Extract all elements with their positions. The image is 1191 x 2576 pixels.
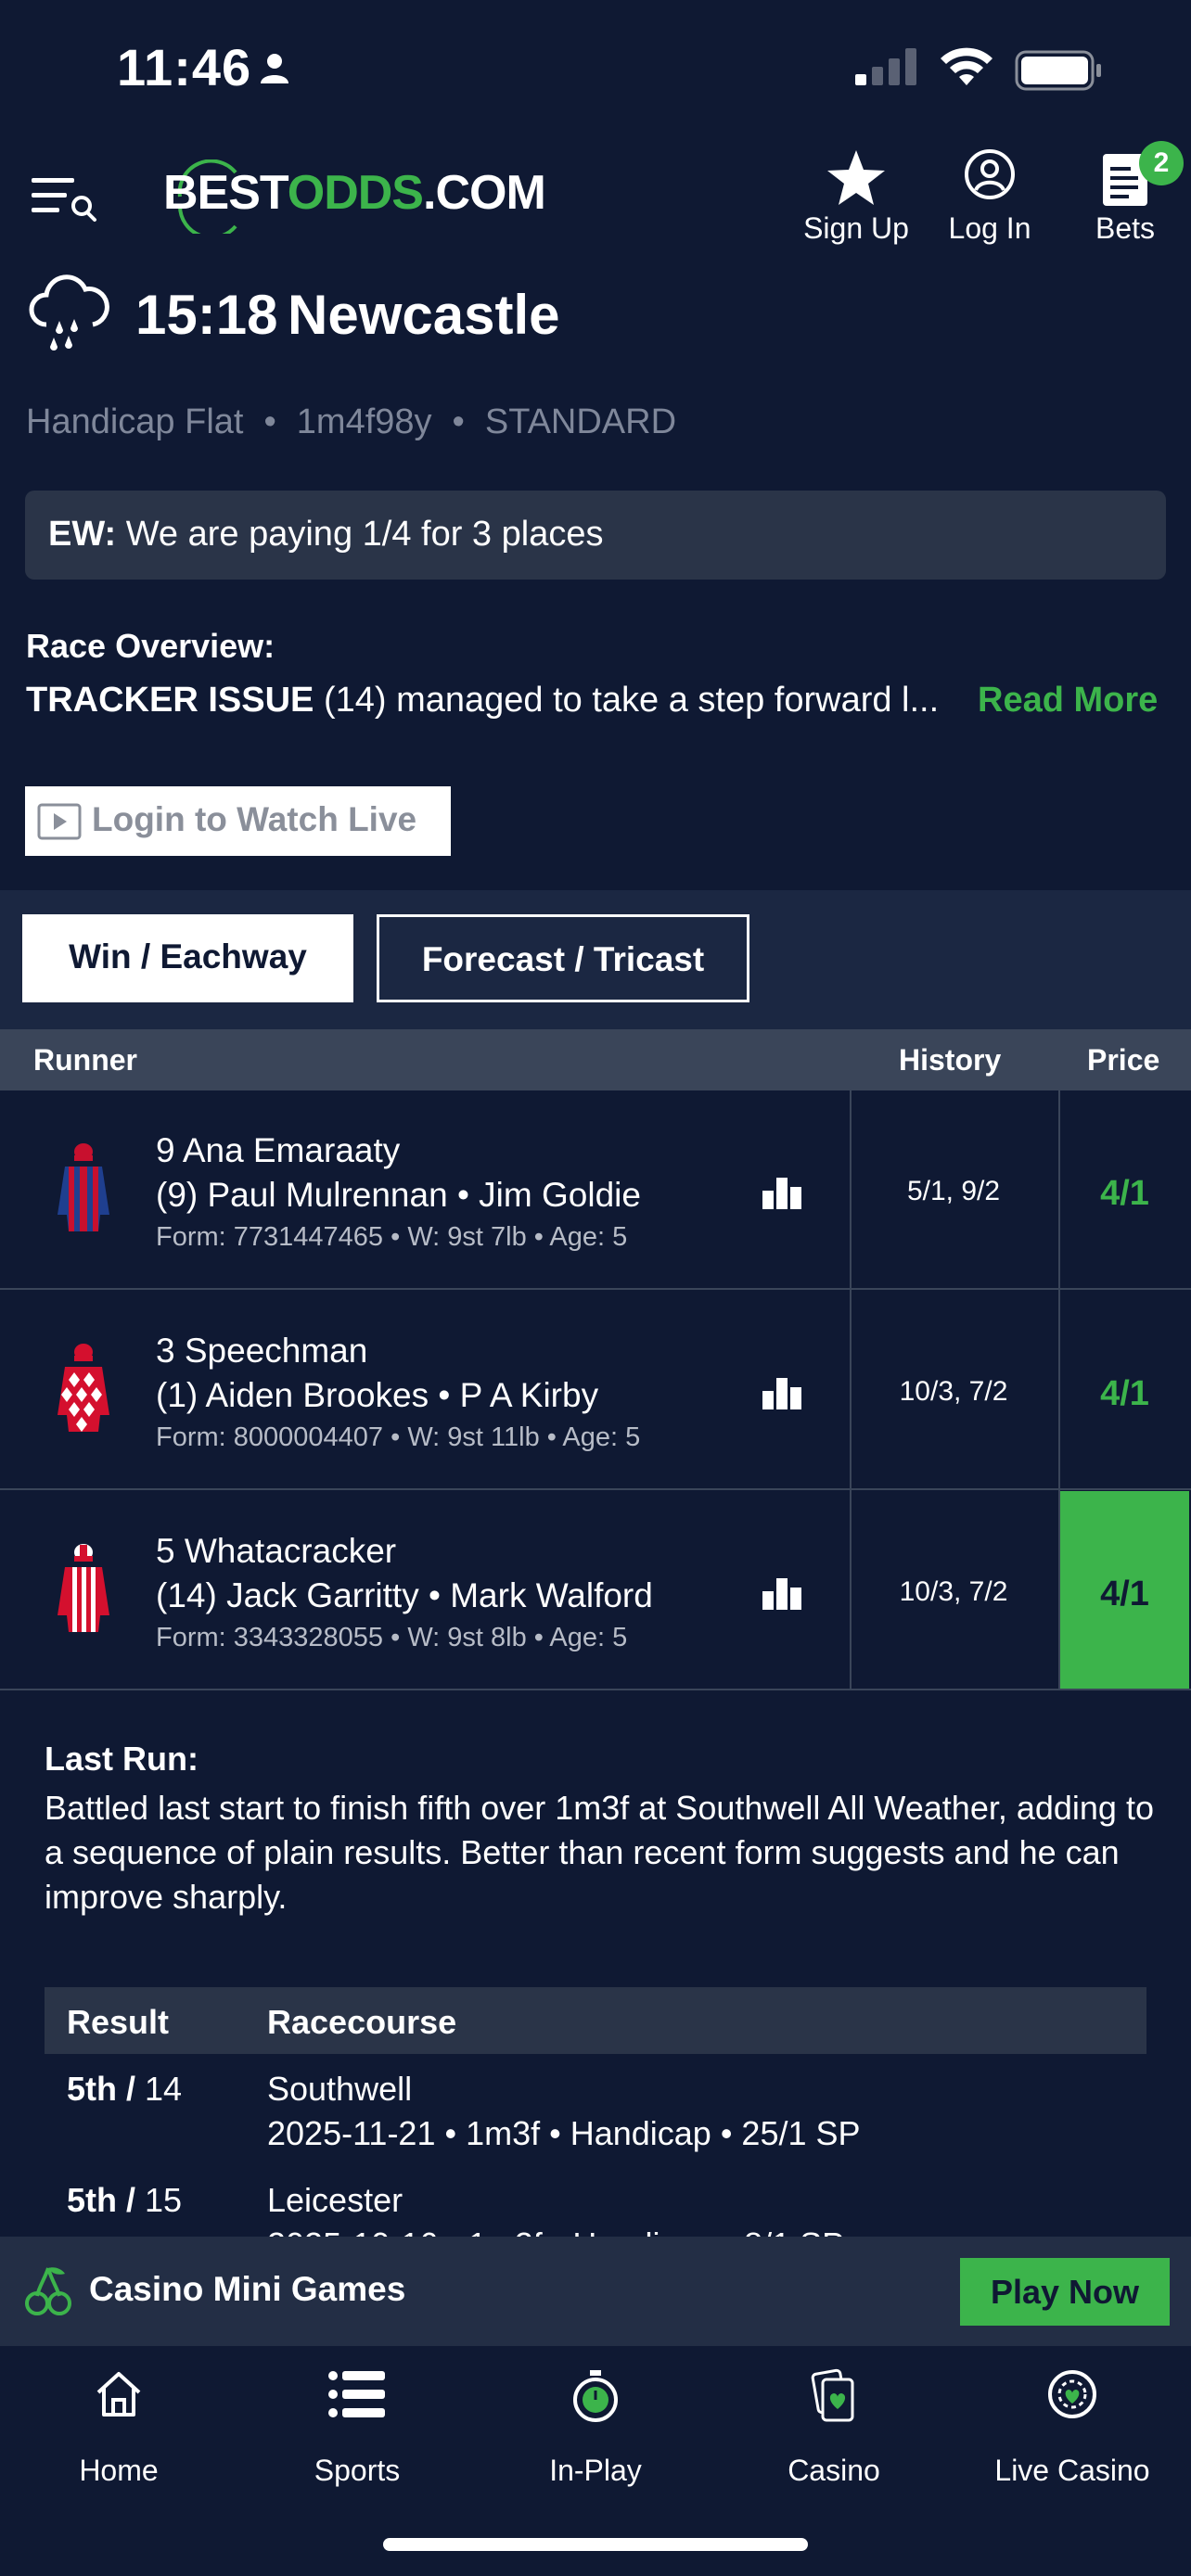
bestodds-logo[interactable]: BESTODDS.COM — [161, 159, 546, 234]
bets-count-badge: 2 — [1139, 141, 1184, 185]
race-type: Handicap Flat — [26, 402, 244, 441]
result-course: Southwell — [267, 2070, 413, 2108]
bets-button[interactable]: 2 Bets — [1046, 141, 1191, 256]
runner-form: Form: 8000004407 • W: 9st 11lb • Age: 5 — [156, 1422, 641, 1452]
results-table-header — [45, 1987, 1146, 2054]
runner-name: 3 Speechman — [156, 1332, 368, 1370]
last-run-text: Battled last start to finish fifth over … — [45, 1789, 1154, 1916]
bets-label: Bets — [1095, 211, 1156, 245]
stats-chart-icon[interactable] — [762, 1576, 803, 1614]
race-course-name: Newcastle — [288, 284, 560, 346]
runner-name: 9 Ana Emaraaty — [156, 1131, 401, 1169]
price-button-selected[interactable]: 4/1 — [1060, 1575, 1189, 1614]
casino-chip-icon — [1048, 2370, 1096, 2418]
runner-history: 10/3, 7/2 — [899, 1376, 1008, 1407]
login-to-watch-live-button[interactable]: Login to Watch Live — [25, 786, 451, 856]
jockey-silks-icon — [45, 1141, 122, 1238]
person-icon — [258, 52, 291, 90]
runner-name: 5 Whatacracker — [156, 1532, 397, 1570]
logo-com: .COM — [423, 166, 546, 220]
runner-jockey-trainer: (1) Aiden Brookes • P A Kirby — [156, 1376, 599, 1414]
race-overview-text: TRACKER ISSUE (14) managed to take a ste… — [26, 681, 954, 721]
price-button[interactable]: 4/1 — [1060, 1174, 1189, 1214]
battery-icon — [1015, 50, 1104, 96]
play-now-button[interactable]: Play Now — [960, 2258, 1170, 2326]
col-result: Result — [67, 2003, 170, 2041]
cherries-icon — [24, 2264, 72, 2321]
list-icon — [328, 2371, 385, 2417]
price-button[interactable]: 4/1 — [1060, 1374, 1189, 1414]
col-history: History — [899, 1043, 1002, 1077]
overview-highlight: TRACKER ISSUE — [26, 681, 314, 720]
home-icon — [96, 2372, 141, 2417]
nav-casino-label: Casino — [788, 2454, 880, 2487]
result-field-size: 15 — [135, 2181, 183, 2219]
race-meta: Handicap Flat • 1m4f98y • STANDARD — [26, 402, 677, 441]
logo-best: BEST — [163, 166, 288, 220]
runner-jockey-trainer: (14) Jack Garritty • Mark Walford — [156, 1576, 653, 1614]
col-price: Price — [1087, 1043, 1160, 1077]
jockey-silks-icon — [45, 1541, 122, 1639]
race-time: 15:18 — [135, 284, 278, 346]
logo-odds: ODDS — [287, 166, 424, 220]
read-more-link[interactable]: Read More — [978, 681, 1158, 721]
result-place: 5th / 15 — [67, 2181, 182, 2220]
race-distance: 1m4f98y — [296, 402, 432, 441]
overview-body: (14) managed to take a step forward l... — [323, 681, 940, 720]
stopwatch-icon — [573, 2370, 618, 2422]
runner-history: 10/3, 7/2 — [899, 1576, 1008, 1607]
cellular-signal-icon — [855, 48, 920, 90]
star-icon — [827, 150, 885, 205]
result-detail: 2025-11-21 • 1m3f • Handicap • 25/1 SP — [267, 2114, 861, 2152]
col-racecourse: Racecourse — [267, 2003, 457, 2041]
log-in-button[interactable]: Log In — [911, 145, 1069, 256]
result-course: Leicester — [267, 2181, 403, 2219]
race-going: STANDARD — [484, 402, 677, 441]
video-play-icon — [37, 803, 82, 840]
col-runner: Runner — [33, 1043, 137, 1077]
runner-form: Form: 3343328055 • W: 9st 8lb • Age: 5 — [156, 1623, 628, 1652]
watch-live-label: Login to Watch Live — [92, 800, 417, 838]
last-run-title: Last Run: — [45, 1740, 198, 1778]
nav-live-casino-label: Live Casino — [994, 2454, 1150, 2487]
ew-terms: We are paying 1/4 for 3 places — [125, 515, 604, 554]
result-position: 5th / — [67, 2070, 136, 2108]
runner-form: Form: 7731447465 • W: 9st 7lb • Age: 5 — [156, 1222, 628, 1252]
user-circle-icon — [965, 149, 1015, 199]
home-indicator-bar[interactable] — [383, 2538, 808, 2551]
menu-search-button[interactable] — [32, 174, 100, 223]
tab-win-eachway[interactable]: Win / Eachway — [22, 914, 353, 1002]
result-position: 5th / — [67, 2181, 136, 2219]
runner-table-header — [0, 1029, 1191, 1090]
tab-forecast-tricast[interactable]: Forecast / Tricast — [377, 914, 749, 1002]
casino-cards-icon — [811, 2368, 854, 2422]
nav-sports-label: Sports — [314, 2454, 401, 2487]
stats-chart-icon[interactable] — [762, 1376, 803, 1414]
log-in-label: Log In — [948, 211, 1031, 245]
runner-jockey-trainer: (9) Paul Mulrennan • Jim Goldie — [156, 1176, 641, 1214]
ew-label: EW: — [48, 515, 117, 554]
each-way-terms-box: EW: We are paying 1/4 for 3 places — [25, 491, 1166, 580]
result-place: 5th / 14 — [67, 2070, 182, 2109]
result-field-size: 14 — [135, 2070, 183, 2108]
nav-home-label: Home — [79, 2454, 159, 2487]
status-time: 11:46 — [117, 38, 252, 96]
race-overview-title: Race Overview: — [26, 627, 275, 665]
casino-mini-games-label: Casino Mini Games — [89, 2270, 406, 2308]
stats-chart-icon[interactable] — [762, 1176, 803, 1214]
rain-cloud-icon — [26, 273, 111, 363]
wifi-icon — [939, 46, 994, 92]
runner-history: 5/1, 9/2 — [906, 1176, 1001, 1206]
jockey-silks-icon — [45, 1341, 122, 1438]
nav-in-play-label: In-Play — [549, 2454, 642, 2487]
